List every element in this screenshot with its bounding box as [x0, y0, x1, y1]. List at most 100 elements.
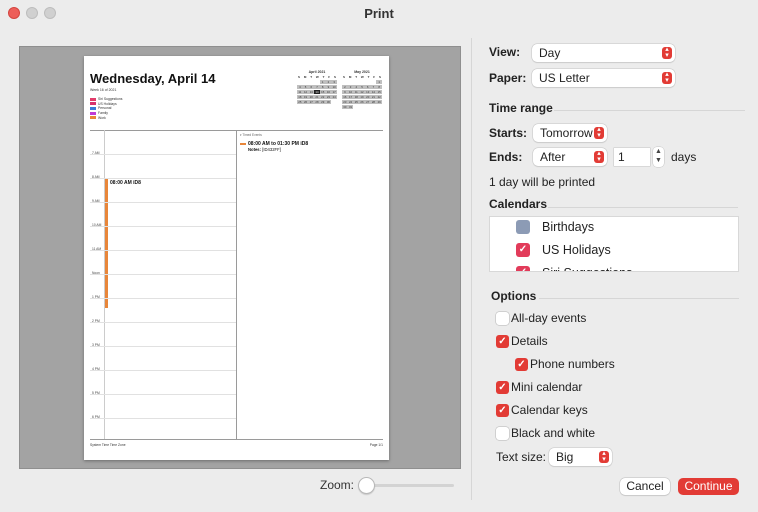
- timeline-hour-label: 5 PM: [92, 391, 100, 395]
- view-label: View:: [489, 45, 521, 59]
- timeline-hour-label: 8 AM: [92, 175, 100, 179]
- preview-page: Wednesday, April 14 Week 16 of 2021 Siri…: [84, 56, 389, 460]
- text-size-value: Big: [556, 450, 574, 464]
- weekday-label: S: [343, 75, 346, 79]
- option-label: All-day events: [511, 311, 587, 325]
- starts-popup[interactable]: Tomorrow ▴ ▾: [533, 124, 607, 142]
- option-checkbox[interactable]: [496, 427, 509, 440]
- calendar-label: Siri Suggestions: [542, 266, 632, 271]
- text-size-popup[interactable]: Big ▴ ▾: [549, 448, 612, 466]
- option-checkbox[interactable]: ✓: [496, 381, 509, 394]
- paper-label: Paper:: [489, 71, 527, 85]
- preview-week-label: Week 16 of 2021: [90, 88, 117, 92]
- chevron-updown-icon: ▴ ▾: [662, 71, 672, 84]
- option-checkbox[interactable]: ✓: [496, 335, 509, 348]
- weekday-label: W: [360, 75, 364, 79]
- zoom-slider-knob[interactable]: [358, 477, 375, 494]
- option-label: Black and white: [511, 426, 596, 440]
- timeline-hour-label: 9 AM: [92, 199, 100, 203]
- calendar-key-label: Family: [98, 111, 108, 116]
- timeline-hour: 1 PM: [90, 295, 236, 299]
- window-title: Print: [364, 6, 394, 21]
- chevron-updown-icon: ▴ ▾: [599, 450, 609, 463]
- text-size-label: Text size:: [496, 450, 547, 464]
- calendar-key-swatch: [90, 102, 96, 106]
- chevron-up-icon[interactable]: ▲: [655, 148, 662, 155]
- calendars-heading: Calendars: [489, 197, 548, 211]
- calendar-key-label: Siri Suggestions: [98, 97, 123, 102]
- calendar-label: Birthdays: [542, 220, 595, 234]
- weekday-label: S: [298, 75, 301, 79]
- weekday-label: M: [348, 75, 352, 79]
- timeline-hour-label: 3 PM: [92, 343, 100, 347]
- zoom-window-button[interactable]: [44, 7, 56, 19]
- preview-event-label: 08:00 AM iD8: [110, 180, 141, 186]
- weekday-label: T: [355, 75, 358, 79]
- event-notes-value: [ID432FF]: [262, 147, 281, 152]
- paper-popup[interactable]: US Letter ▴ ▾: [532, 69, 675, 87]
- calendar-label: US Holidays: [542, 243, 611, 257]
- option-checkbox[interactable]: ✓: [496, 404, 509, 417]
- timeline-hour-label: 7 AM: [92, 151, 100, 155]
- mini-calendar-grid: 1 2 3 4 5 6 7 8 9 10 11 12 13 14 15 16 17 18 19 20 21 22 23 24 2…: [297, 80, 337, 105]
- timeline-hour-label: 2 PM: [92, 319, 100, 323]
- timeline-hour: Noon: [90, 271, 236, 275]
- continue-button[interactable]: Continue: [678, 478, 739, 495]
- calendar-checkbox[interactable]: ✓: [516, 266, 530, 271]
- weekday-label: T: [310, 75, 313, 79]
- cancel-button[interactable]: Cancel: [620, 478, 670, 495]
- calendar-checkbox[interactable]: ✓: [516, 243, 530, 257]
- minimize-window-button[interactable]: [26, 7, 38, 19]
- mini-calendar-grid: 1 2 3 4 5 6 7 8 9 10 11 12 13 14 15 16 17 18 19 20 21 22 23 24 2…: [342, 80, 382, 114]
- preview-mini-calendar-may: May 2021 SMTWTFS 1 2 3 4 5 6 7 8 9 10 11 12 13 14 15 16…: [342, 70, 382, 114]
- event-color-bar: [240, 143, 246, 145]
- ends-count-field[interactable]: 1: [614, 148, 650, 166]
- ends-count-stepper[interactable]: ▲ ▼: [653, 147, 664, 167]
- timeline-hour: 10 AM: [90, 223, 236, 227]
- window-controls: [8, 7, 56, 19]
- title-bar: Print: [0, 0, 758, 28]
- chevron-updown-icon: ▴ ▾: [662, 46, 672, 59]
- calendar-key: Work: [90, 115, 123, 120]
- mini-calendar-day: [342, 110, 348, 114]
- timeline-hour-label: 11 AM: [92, 247, 102, 251]
- weekday-label: F: [373, 75, 376, 79]
- calendar-key-label: Personal: [98, 106, 112, 111]
- preview-timed-events-label: ▾ Timed Events: [240, 133, 262, 137]
- calendar-checkbox[interactable]: [516, 220, 530, 234]
- ends-value: After: [540, 150, 566, 164]
- timeline-hour: 7 AM: [90, 151, 236, 155]
- calendar-key-label: US Holidays: [98, 101, 117, 106]
- starts-label: Starts:: [489, 126, 528, 140]
- timeline-hour: 8 AM: [90, 175, 236, 179]
- weekday-label: T: [322, 75, 325, 79]
- option-label: Mini calendar: [511, 380, 583, 394]
- preview-column-divider: [236, 130, 237, 440]
- preview-day-timeline: 08:00 AM iD8 7 AM 8 AM 9 AM 10 AM 11 AM Noon 1…: [90, 130, 236, 440]
- chevron-down-icon[interactable]: ▼: [655, 157, 662, 164]
- option-checkbox[interactable]: ✓: [515, 358, 528, 371]
- ends-popup[interactable]: After ▴ ▾: [533, 148, 607, 166]
- chevron-updown-icon: ▴ ▾: [594, 126, 604, 139]
- option-label: Details: [511, 334, 548, 348]
- mini-calendar-day: 3: [331, 80, 337, 85]
- option-checkbox[interactable]: [496, 312, 509, 325]
- mini-calendar-day: 8: [376, 84, 382, 90]
- timeline-hour: 2 PM: [90, 319, 236, 323]
- calendar-key-swatch: [90, 97, 96, 101]
- view-popup[interactable]: Day ▴ ▾: [532, 44, 675, 62]
- mini-calendar-day: 29: [376, 99, 382, 105]
- preview-timed-event: 08:00 AM to 01:30 PM iD8 Notes: [ID432FF…: [240, 141, 308, 152]
- close-window-button[interactable]: [8, 7, 20, 19]
- mini-calendar-day: 10: [331, 84, 337, 90]
- mini-calendar-day: 1: [376, 80, 382, 85]
- event-notes-label: Notes:: [248, 147, 262, 152]
- calendars-list[interactable]: Birthdays ✓ US Holidays ✓ Siri Suggestions: [489, 216, 739, 272]
- timeline-hour: 5 PM: [90, 391, 236, 395]
- timeline-hour: 9 AM: [90, 199, 236, 203]
- timeline-hour-label: 1 PM: [92, 295, 100, 299]
- timeline-hour: 6 PM: [90, 415, 236, 419]
- days-printed-summary: 1 day will be printed: [489, 175, 596, 189]
- time-range-heading: Time range: [489, 101, 553, 115]
- calendar-key-swatch: [90, 111, 96, 115]
